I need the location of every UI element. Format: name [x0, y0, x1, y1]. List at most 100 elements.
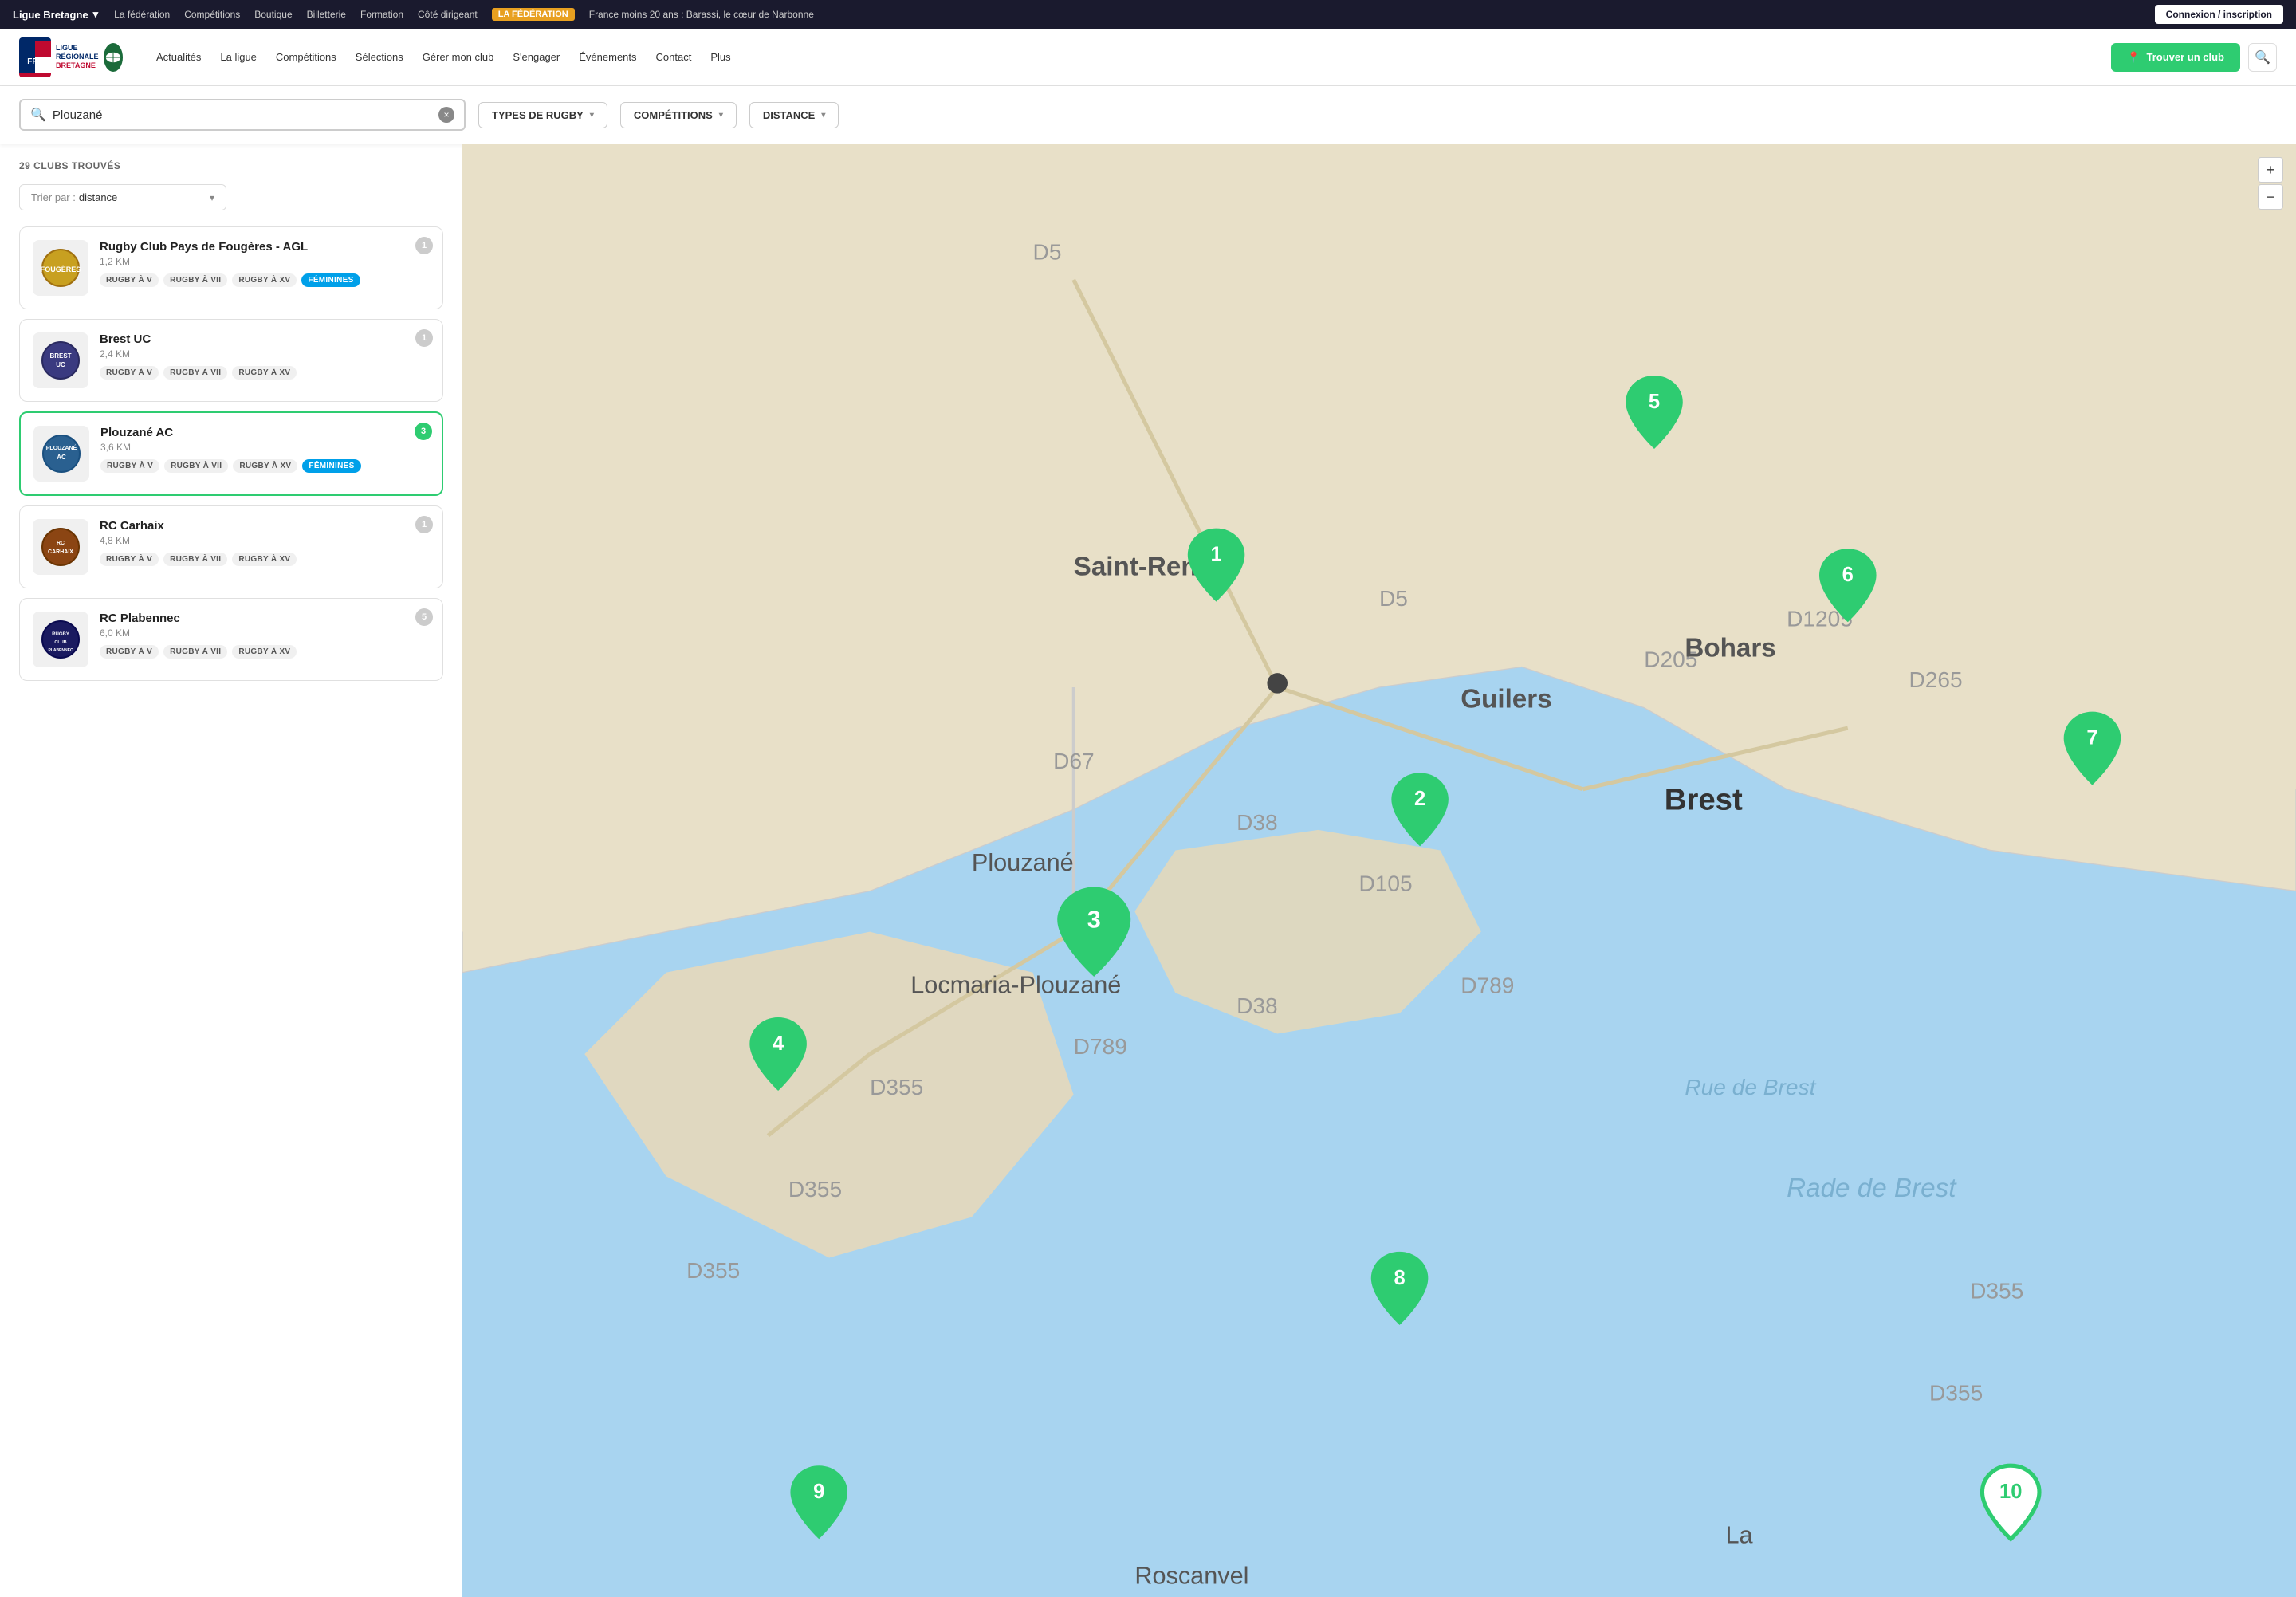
- card-number: 1: [415, 516, 433, 533]
- club-logo: BREST UC: [33, 332, 88, 388]
- top-nav-federation[interactable]: La fédération: [114, 9, 170, 20]
- svg-text:D265: D265: [1909, 667, 1962, 692]
- svg-text:UC: UC: [56, 361, 65, 368]
- club-distance: 6,0 KM: [100, 627, 430, 639]
- svg-text:FFR: FFR: [27, 57, 43, 66]
- map-area: D5 D5 D205 D1205 D265 D67 D38 D105 D789 …: [462, 144, 2296, 1597]
- ligue-selector[interactable]: Ligue Bretagne ▾: [13, 8, 98, 21]
- top-banner-left: Ligue Bretagne ▾: [13, 8, 98, 21]
- club-tags: RUGBY À V RUGBY À VII RUGBY À XV FÉMININ…: [100, 273, 430, 287]
- search-icon: 🔍: [2255, 49, 2270, 65]
- card-number: 3: [415, 423, 432, 440]
- search-input[interactable]: [53, 108, 432, 122]
- nav-competitions[interactable]: Compétitions: [268, 45, 344, 69]
- club-card-active[interactable]: PLOUZANÉ AC Plouzané AC 3,6 KM RUGBY À V…: [19, 411, 443, 496]
- tag-rugby-v: RUGBY À V: [100, 645, 159, 659]
- svg-text:D5: D5: [1033, 239, 1062, 264]
- tag-rugby-xv: RUGBY À XV: [232, 645, 297, 659]
- svg-text:AC: AC: [57, 454, 66, 461]
- sort-bar[interactable]: Trier par : distance ▾: [19, 184, 226, 210]
- svg-text:3: 3: [1087, 907, 1101, 934]
- zoom-out-button[interactable]: −: [2258, 184, 2283, 210]
- svg-text:Guilers: Guilers: [1461, 685, 1551, 714]
- top-nav-formation[interactable]: Formation: [360, 9, 403, 20]
- svg-text:1: 1: [1210, 544, 1221, 566]
- club-card[interactable]: RC CARHAIX RC Carhaix 4,8 KM RUGBY À V R…: [19, 505, 443, 588]
- search-nav-button[interactable]: 🔍: [2248, 43, 2277, 72]
- svg-text:D355: D355: [1970, 1279, 2023, 1304]
- club-info: Brest UC 2,4 KM RUGBY À V RUGBY À VII RU…: [100, 332, 430, 380]
- tag-rugby-xv: RUGBY À XV: [232, 273, 297, 287]
- top-nav-billetterie[interactable]: Billetterie: [307, 9, 346, 20]
- svg-text:D355: D355: [686, 1258, 740, 1283]
- svg-text:Roscanvel: Roscanvel: [1134, 1562, 1248, 1589]
- club-card[interactable]: BREST UC Brest UC 2,4 KM RUGBY À V RUGBY…: [19, 319, 443, 402]
- club-name: Plouzané AC: [100, 426, 429, 439]
- clear-search-button[interactable]: ×: [438, 107, 454, 123]
- distance-label: DISTANCE: [763, 109, 815, 121]
- tag-rugby-xv: RUGBY À XV: [233, 459, 297, 473]
- plus-icon: +: [2267, 162, 2275, 179]
- main-content: 29 CLUBS TROUVÉS Trier par : distance ▾ …: [0, 144, 2296, 1597]
- map-background: D5 D5 D205 D1205 D265 D67 D38 D105 D789 …: [462, 144, 2296, 1597]
- left-panel: 29 CLUBS TROUVÉS Trier par : distance ▾ …: [0, 144, 462, 1597]
- svg-text:7: 7: [2086, 727, 2097, 749]
- club-tags: RUGBY À V RUGBY À VII RUGBY À XV: [100, 366, 430, 380]
- svg-text:5: 5: [1649, 391, 1660, 413]
- ligue-chevron: ▾: [93, 8, 99, 21]
- club-name: Brest UC: [100, 332, 430, 346]
- nav-la-ligue[interactable]: La ligue: [212, 45, 265, 69]
- top-banner: Ligue Bretagne ▾ La fédération Compétiti…: [0, 0, 2296, 29]
- club-logo: RC CARHAIX: [33, 519, 88, 575]
- types-rugby-chevron: ▾: [590, 111, 594, 120]
- tag-feminine: FÉMININES: [302, 459, 360, 473]
- svg-text:Plouzané: Plouzané: [972, 849, 1074, 876]
- club-info: Rugby Club Pays de Fougères - AGL 1,2 KM…: [100, 240, 430, 287]
- club-name: Rugby Club Pays de Fougères - AGL: [100, 240, 430, 254]
- top-nav-cote-dirigeant[interactable]: Côté dirigeant: [418, 9, 478, 20]
- top-nav-competitions[interactable]: Compétitions: [184, 9, 240, 20]
- find-club-button[interactable]: 📍 Trouver un club: [2111, 43, 2240, 72]
- svg-text:D67: D67: [1053, 749, 1095, 773]
- svg-text:Brest: Brest: [1665, 782, 1743, 816]
- club-logo: FOUGÈRES: [33, 240, 88, 296]
- ligue-text-2: BRETAGNE: [56, 61, 100, 70]
- nav-actualites[interactable]: Actualités: [148, 45, 209, 69]
- nav-gerer-club[interactable]: Gérer mon club: [415, 45, 502, 69]
- zoom-in-button[interactable]: +: [2258, 157, 2283, 183]
- club-distance: 2,4 KM: [100, 348, 430, 360]
- types-rugby-filter[interactable]: TYPES DE RUGBY ▾: [478, 102, 607, 128]
- club-name: RC Carhaix: [100, 519, 430, 533]
- svg-text:Rade de Brest: Rade de Brest: [1787, 1174, 1957, 1203]
- competitions-chevron: ▾: [719, 111, 723, 120]
- news-text: France moins 20 ans : Barassi, le cœur d…: [589, 9, 814, 20]
- find-club-label: Trouver un club: [2146, 51, 2224, 63]
- map-controls: + −: [2258, 157, 2283, 210]
- card-number: 1: [415, 329, 433, 347]
- nav-plus[interactable]: Plus: [702, 45, 738, 69]
- top-nav-boutique[interactable]: Boutique: [254, 9, 292, 20]
- club-card[interactable]: FOUGÈRES Rugby Club Pays de Fougères - A…: [19, 226, 443, 309]
- tag-rugby-vii: RUGBY À VII: [164, 459, 228, 473]
- nav-selections[interactable]: Sélections: [348, 45, 411, 69]
- nav-sengager[interactable]: S'engager: [505, 45, 568, 69]
- svg-text:2: 2: [1414, 788, 1425, 810]
- club-card[interactable]: RUGBY CLUB PLABENNEC RC Plabennec 6,0 KM…: [19, 598, 443, 681]
- tag-rugby-vii: RUGBY À VII: [163, 645, 227, 659]
- tag-rugby-xv: RUGBY À XV: [232, 553, 297, 566]
- svg-text:D355: D355: [788, 1177, 842, 1202]
- competitions-filter[interactable]: COMPÉTITIONS ▾: [620, 102, 737, 128]
- svg-text:D355: D355: [1929, 1380, 1983, 1405]
- distance-filter[interactable]: DISTANCE ▾: [749, 102, 839, 128]
- main-nav: FFR LIGUE RÉGIONALE BRETAGNE Actualités …: [0, 29, 2296, 86]
- nav-evenements[interactable]: Événements: [571, 45, 644, 69]
- types-rugby-label: TYPES DE RUGBY: [492, 109, 584, 121]
- nav-contact[interactable]: Contact: [648, 45, 700, 69]
- logo-area: FFR LIGUE RÉGIONALE BRETAGNE: [19, 36, 123, 79]
- svg-text:BREST: BREST: [49, 352, 71, 360]
- svg-text:D355: D355: [870, 1075, 923, 1099]
- club-tags: RUGBY À V RUGBY À VII RUGBY À XV: [100, 553, 430, 566]
- svg-text:La: La: [1725, 1521, 1753, 1548]
- tag-rugby-v: RUGBY À V: [100, 366, 159, 380]
- login-button[interactable]: Connexion / inscription: [2155, 5, 2283, 24]
